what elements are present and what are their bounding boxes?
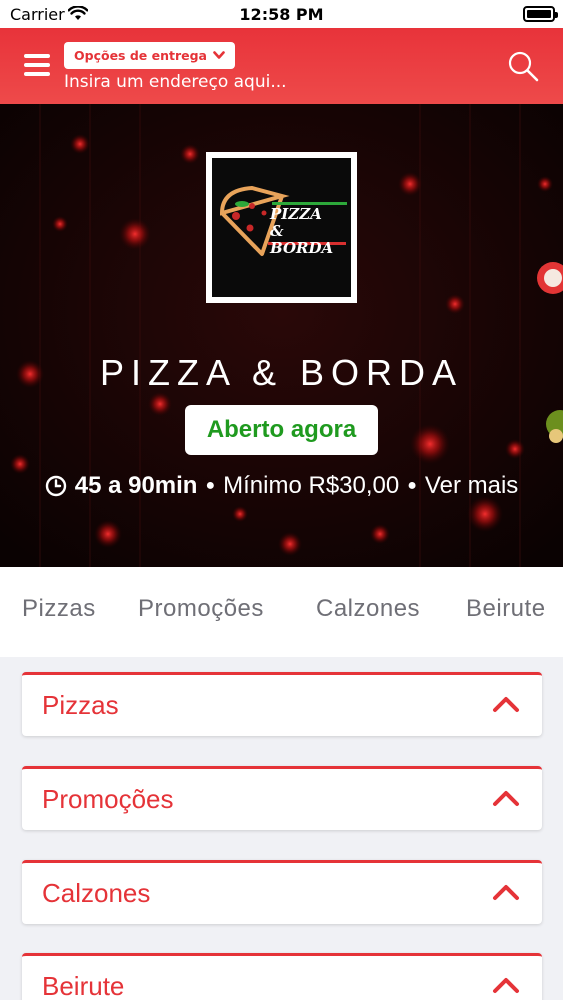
chevron-up-icon xyxy=(493,697,519,712)
info-separator: ● xyxy=(407,477,417,494)
restaurant-logo: PIZZA & BORDA xyxy=(206,152,357,303)
logo-wordmark: PIZZA & BORDA xyxy=(270,206,351,257)
chevron-up-icon xyxy=(493,885,519,900)
section-pizzas[interactable]: Pizzas xyxy=(22,672,542,736)
tab-calzones[interactable]: Calzones xyxy=(316,595,420,623)
delivery-time: 45 a 90min xyxy=(74,472,198,499)
tab-beirute[interactable]: Beirute xyxy=(466,595,546,623)
restaurant-name: PIZZA & BORDA xyxy=(99,352,464,393)
section-beirute[interactable]: Beirute xyxy=(22,953,542,1000)
tab-pizzas[interactable]: Pizzas xyxy=(22,595,96,623)
category-tabs: Pizzas Promoções Calzones Beirute xyxy=(0,567,563,657)
search-icon[interactable] xyxy=(507,50,539,82)
status-bar: Carrier 12:58 PM xyxy=(0,0,563,28)
logo-text-line2: & BORDA xyxy=(270,222,334,257)
section-title: Promoções xyxy=(42,784,174,814)
section-title: Calzones xyxy=(42,878,151,908)
clock-time: 12:58 PM xyxy=(239,5,324,24)
info-separator: ● xyxy=(205,477,216,494)
minimum-order: Mínimo R$30,00 xyxy=(223,472,400,499)
open-status-label: Aberto agora xyxy=(206,416,357,443)
section-title: Beirute xyxy=(42,971,125,1000)
open-status-badge: Aberto agora xyxy=(185,405,378,455)
section-promocoes[interactable]: Promoções xyxy=(22,766,542,830)
chevron-up-icon xyxy=(493,978,519,993)
logo-text-line1: PIZZA xyxy=(270,205,322,223)
battery-icon xyxy=(523,6,558,22)
section-calzones[interactable]: Calzones xyxy=(22,860,542,924)
app-header: Opções de entrega Insira um endereço aqu… xyxy=(0,28,563,104)
see-more-link[interactable]: Ver mais xyxy=(425,472,518,500)
address-input[interactable]: Insira um endereço aqui... xyxy=(64,72,287,92)
chevron-up-icon xyxy=(493,791,519,806)
restaurant-info-line: 45 a 90min ● Mínimo R$30,00 ● Ver mais xyxy=(0,472,563,500)
delivery-options-button[interactable]: Opções de entrega xyxy=(64,42,235,69)
delivery-options-label: Opções de entrega xyxy=(74,48,207,63)
menu-icon[interactable] xyxy=(24,54,50,76)
tab-promocoes[interactable]: Promoções xyxy=(138,595,264,623)
section-title: Pizzas xyxy=(42,690,119,720)
clock-icon xyxy=(45,475,66,497)
chevron-down-icon xyxy=(213,51,225,59)
restaurant-hero: PIZZA & BORDA PIZZA & BORDA Aberto agora… xyxy=(0,104,563,567)
